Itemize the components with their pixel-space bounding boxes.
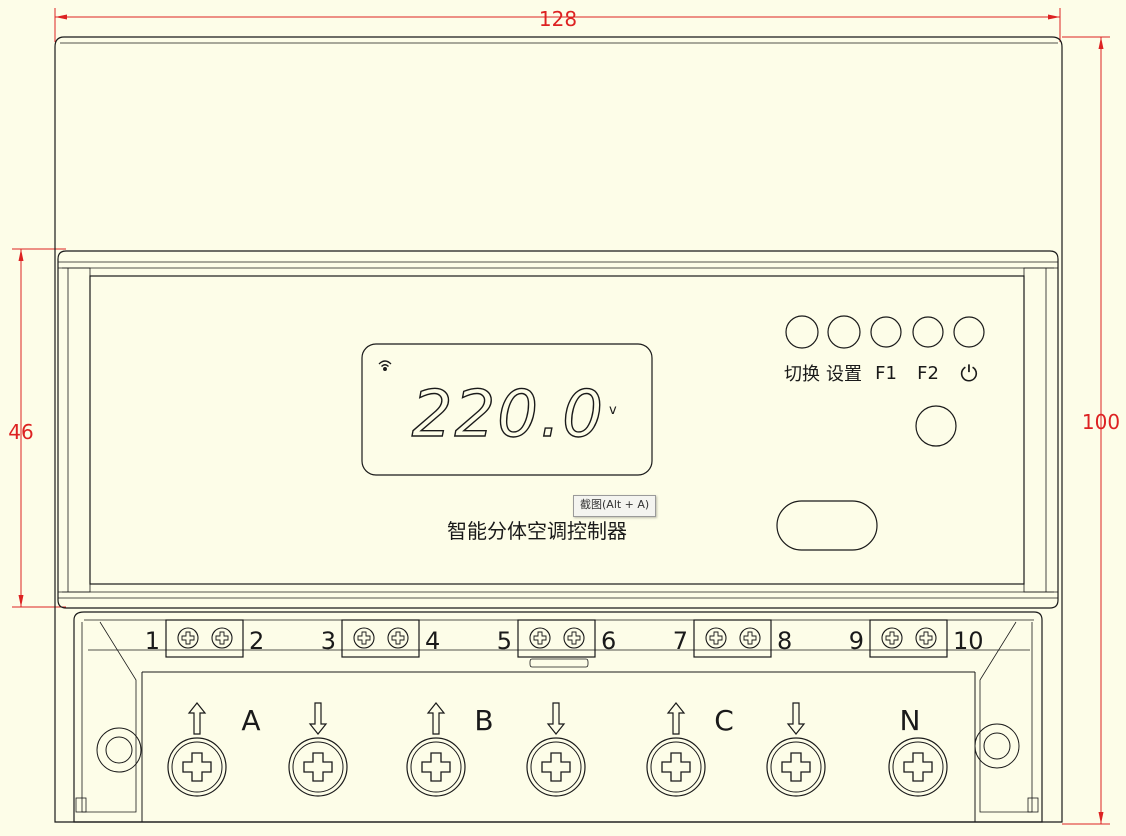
- terminal-number-label: 7: [673, 627, 688, 655]
- device-name-label: 智能分体空调控制器: [447, 519, 627, 543]
- button-settings-label: 设置: [826, 364, 862, 385]
- button-f2-label: F2: [917, 363, 939, 384]
- phase-label: A: [241, 704, 260, 737]
- arrow-up-icon: [426, 702, 446, 735]
- lcd-display: 220.0 v: [361, 343, 653, 476]
- mounting-hole-right: [974, 723, 1020, 769]
- large-terminal-row: ABCN: [167, 702, 948, 797]
- lcd-reading: 220.0: [412, 378, 605, 452]
- terminal-screw[interactable]: [881, 627, 903, 649]
- arrow-down-icon: [308, 702, 328, 735]
- indicator-led: [915, 405, 957, 447]
- terminal-screw[interactable]: [387, 627, 409, 649]
- terminal-block-1: 12: [145, 619, 264, 658]
- arrow-up-icon: [666, 702, 686, 735]
- terminal-number-label: 9: [849, 627, 864, 655]
- terminal-number-label: 3: [321, 627, 336, 655]
- terminal-screw[interactable]: [563, 627, 585, 649]
- terminal-number-label: 10: [953, 627, 984, 655]
- main-terminal-screw[interactable]: [888, 737, 948, 797]
- terminal-number-label: 5: [497, 627, 512, 655]
- terminal-screw[interactable]: [705, 627, 727, 649]
- button-f1-label: F1: [875, 363, 897, 384]
- phase-label: C: [714, 704, 734, 737]
- arrow-down-icon: [786, 702, 806, 735]
- screenshot-tooltip: 截图(Alt + A): [573, 495, 657, 517]
- technical-drawing: 128 100 46 220.0 v 智能分体空调控制器 切换 设置 F1 F2…: [8, 7, 1120, 825]
- terminal-block-2: 34: [321, 619, 440, 658]
- power-icon: ⏻: [960, 362, 977, 387]
- phase-label: B: [474, 704, 493, 737]
- terminal-screw[interactable]: [211, 627, 233, 649]
- terminal-number-label: 2: [249, 627, 264, 655]
- button-f1[interactable]: F1: [870, 316, 902, 384]
- dimension-width-label: 128: [539, 7, 577, 31]
- infrared-window: [776, 500, 878, 551]
- wifi-icon: [378, 360, 392, 371]
- button-settings[interactable]: 设置: [826, 315, 862, 385]
- button-switch[interactable]: 切换: [784, 315, 820, 385]
- arrow-up-icon: [187, 702, 207, 735]
- terminal-screw[interactable]: [353, 627, 375, 649]
- terminal-block-4: 78: [673, 619, 792, 658]
- main-terminal-screw[interactable]: [167, 737, 227, 797]
- terminal-screw[interactable]: [177, 627, 199, 649]
- arrow-down-icon: [546, 702, 566, 735]
- main-terminal-screw[interactable]: [288, 737, 348, 797]
- phase-label: N: [900, 704, 921, 737]
- lcd-unit: v: [609, 403, 617, 418]
- terminal-number-label: 8: [777, 627, 792, 655]
- terminal-block-3: 56: [497, 619, 616, 658]
- dimension-height-panel-label: 46: [8, 420, 33, 444]
- dimension-height-total-label: 100: [1082, 410, 1120, 434]
- button-f2[interactable]: F2: [912, 316, 944, 384]
- button-power[interactable]: ⏻: [953, 316, 985, 387]
- main-terminal-screw[interactable]: [766, 737, 826, 797]
- main-terminal-screw[interactable]: [406, 737, 466, 797]
- terminal-screw[interactable]: [739, 627, 761, 649]
- mounting-hole-left: [96, 727, 142, 773]
- terminal-screw[interactable]: [915, 627, 937, 649]
- meter-drawing: 128 100 46 220.0 v 智能分体空调控制器 切换 设置 F1 F2…: [0, 0, 1126, 832]
- terminal-number-label: 6: [601, 627, 616, 655]
- main-terminal-screw[interactable]: [646, 737, 706, 797]
- terminal-block-5: 9 10: [849, 619, 984, 658]
- terminal-number-label: 1: [145, 627, 160, 655]
- main-terminal-screw[interactable]: [526, 737, 586, 797]
- terminal-screw[interactable]: [529, 627, 551, 649]
- button-switch-label: 切换: [784, 364, 820, 385]
- terminal-number-label: 4: [425, 627, 440, 655]
- small-terminal-row: 1 2 3 4 5 6 7 8 9 10: [145, 619, 984, 658]
